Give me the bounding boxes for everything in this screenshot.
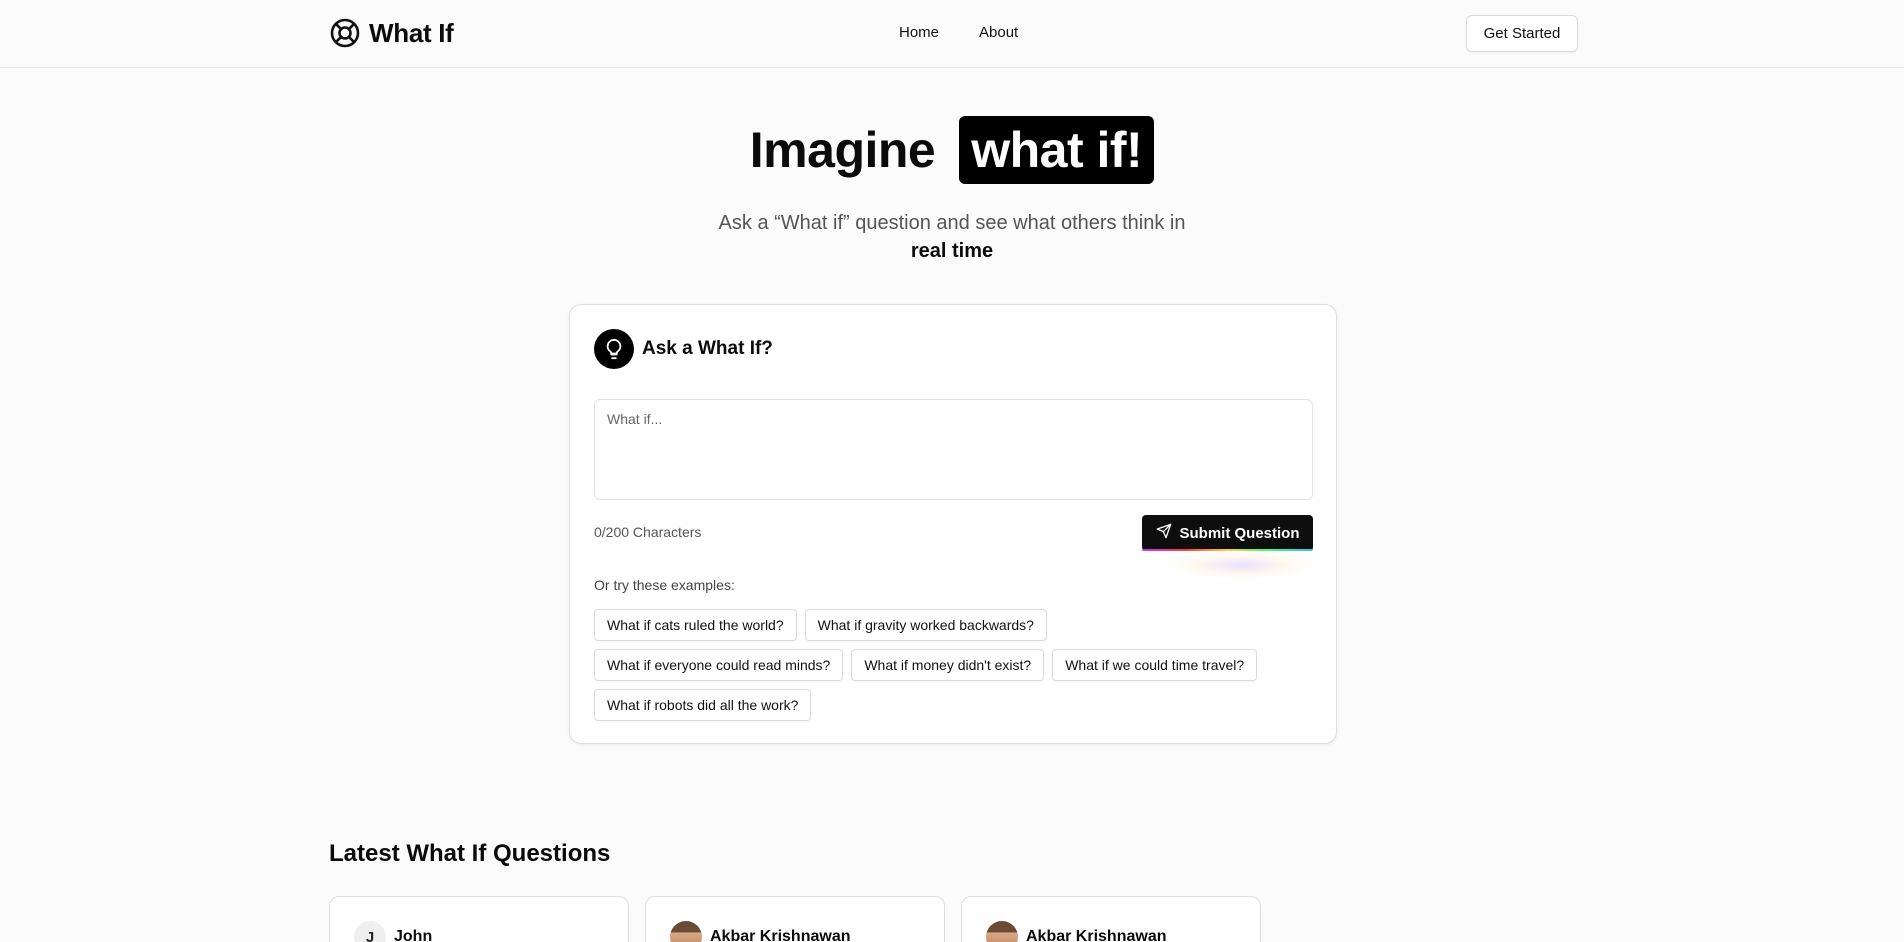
- example-chip[interactable]: What if money didn't exist?: [851, 649, 1045, 681]
- example-chips: What if cats ruled the world? What if gr…: [594, 609, 1324, 729]
- example-chip-row: What if robots did all the work?: [594, 689, 1324, 721]
- example-chip-row: What if cats ruled the world? What if gr…: [594, 609, 1324, 641]
- example-chip[interactable]: What if we could time travel?: [1052, 649, 1258, 681]
- avatar: [986, 921, 1018, 942]
- logo-link[interactable]: What If: [329, 17, 454, 49]
- avatar: J: [354, 921, 386, 942]
- avatar: [670, 921, 702, 942]
- ask-card-title: Ask a What If?: [642, 338, 773, 359]
- question-author: Akbar Krishnawan: [670, 921, 850, 942]
- top-navbar: What If Home About Get Started: [0, 0, 1904, 68]
- nav-about-link[interactable]: About: [979, 24, 1018, 41]
- hero-subtitle-text: Ask a “What if” question and see what ot…: [718, 212, 1186, 234]
- question-card[interactable]: J John: [329, 896, 629, 942]
- nav-home-link[interactable]: Home: [899, 24, 939, 41]
- example-chip[interactable]: What if gravity worked backwards?: [804, 609, 1047, 641]
- main-nav: Home About: [899, 24, 1018, 41]
- hero-title-highlight: what if!: [959, 116, 1155, 184]
- example-chip-row: What if everyone could read minds? What …: [594, 649, 1324, 681]
- example-chip[interactable]: What if cats ruled the world?: [594, 609, 797, 641]
- button-glow: [1172, 551, 1312, 579]
- example-chip[interactable]: What if everyone could read minds?: [594, 649, 844, 681]
- what-if-input[interactable]: [594, 399, 1313, 500]
- submit-question-label: Submit Question: [1179, 524, 1300, 542]
- question-card[interactable]: Akbar Krishnawan: [645, 896, 945, 942]
- example-chip[interactable]: What if robots did all the work?: [594, 689, 812, 721]
- hero-subtitle: Ask a “What if” question and see what ot…: [0, 209, 1904, 265]
- character-count: 0/200 Characters: [594, 524, 702, 540]
- author-name: Akbar Krishnawan: [710, 928, 851, 942]
- submit-question-button[interactable]: Submit Question: [1142, 515, 1313, 551]
- question-card[interactable]: Akbar Krishnawan: [961, 896, 1261, 942]
- lifebuoy-logo-icon: [329, 17, 361, 49]
- question-author: Akbar Krishnawan: [986, 921, 1166, 942]
- send-icon: [1156, 523, 1172, 543]
- question-author: J John: [354, 921, 432, 942]
- author-name: Akbar Krishnawan: [1026, 928, 1167, 942]
- hero-title-plain: Imagine: [749, 122, 936, 178]
- author-name: John: [394, 928, 433, 942]
- submit-question-wrapper: Submit Question: [1142, 515, 1313, 579]
- ask-card-header: Ask a What If?: [594, 329, 773, 369]
- examples-label: Or try these examples:: [594, 577, 735, 593]
- lightbulb-icon: [594, 329, 634, 369]
- logo-text: What If: [369, 17, 454, 48]
- get-started-button[interactable]: Get Started: [1466, 15, 1578, 52]
- ask-question-card: Ask a What If? 0/200 Characters Submit Q…: [569, 304, 1337, 744]
- hero-subtitle-bold: real time: [910, 240, 994, 262]
- hero-title: Imagine what if!: [0, 116, 1904, 184]
- latest-questions-heading: Latest What If Questions: [329, 840, 611, 867]
